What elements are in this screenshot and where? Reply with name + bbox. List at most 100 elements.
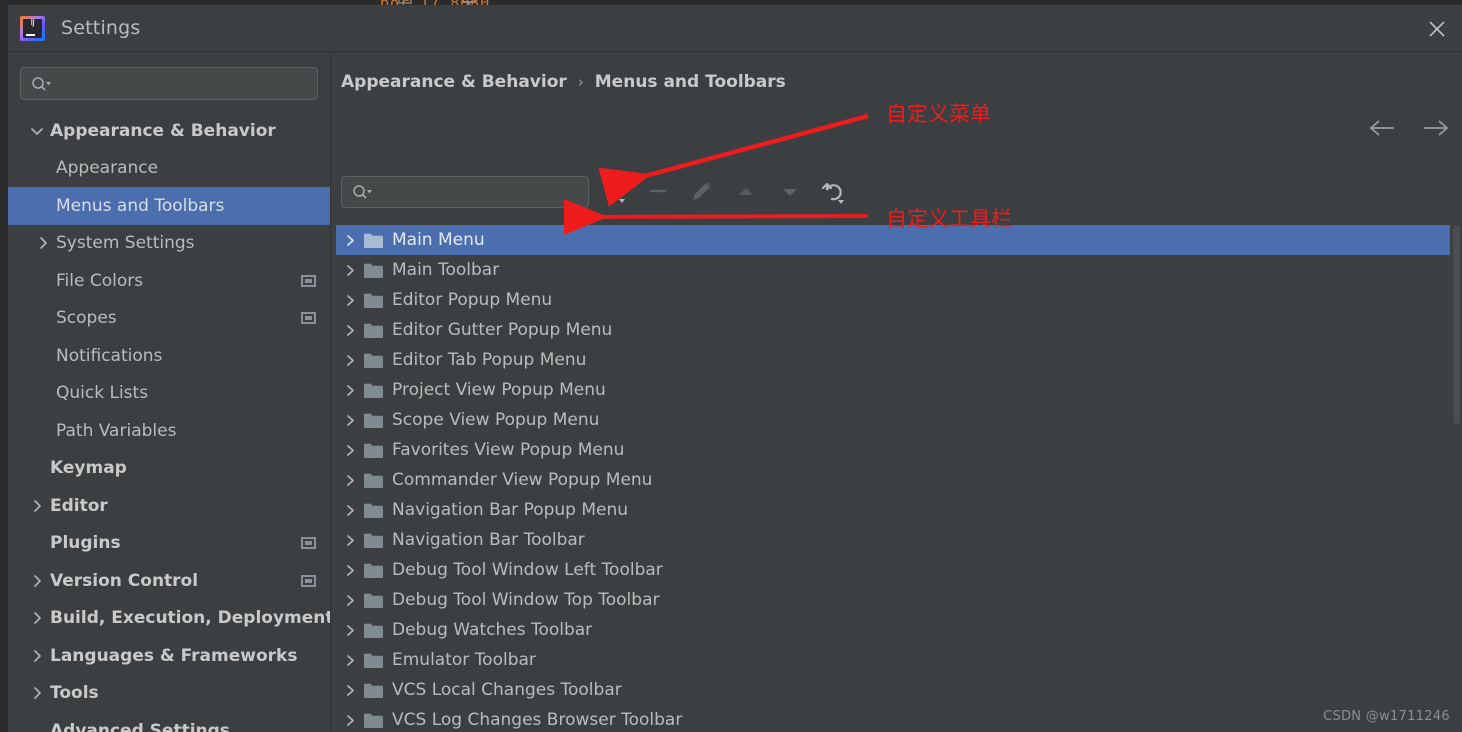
move-down-button[interactable] xyxy=(771,173,809,211)
close-icon[interactable] xyxy=(1422,14,1452,44)
folder-icon xyxy=(364,473,383,488)
sidebar-item-editor[interactable]: Editor xyxy=(8,487,330,525)
chevron-right-icon xyxy=(34,574,41,587)
project-scope-badge-icon xyxy=(301,537,316,550)
tree-row[interactable]: Scope View Popup Menu xyxy=(336,405,1450,435)
tree-row-label: Debug Tool Window Left Toolbar xyxy=(392,560,663,580)
chevron-right-icon[interactable] xyxy=(336,384,364,397)
tree-row[interactable]: Navigation Bar Popup Menu xyxy=(336,495,1450,525)
remove-button[interactable] xyxy=(639,173,677,211)
chevron-right-icon[interactable] xyxy=(30,236,56,250)
chevron-right-icon[interactable] xyxy=(24,649,50,663)
project-scope-badge-icon xyxy=(301,274,316,287)
sidebar-search-input[interactable] xyxy=(20,67,318,100)
arrow-left-icon[interactable] xyxy=(1368,118,1398,138)
tree-row[interactable]: Editor Popup Menu xyxy=(336,285,1450,315)
restore-button[interactable] xyxy=(815,173,853,211)
sidebar-item-tools[interactable]: Tools xyxy=(8,675,330,713)
chevron-right-icon[interactable] xyxy=(24,611,50,625)
folder-icon xyxy=(364,533,383,548)
tree-row-label: Editor Tab Popup Menu xyxy=(392,350,587,370)
chevron-right-icon[interactable] xyxy=(24,686,50,700)
dialog-title: Settings xyxy=(61,17,141,39)
tree-row[interactable]: Commander View Popup Menu xyxy=(336,465,1450,495)
sidebar-item-system-settings[interactable]: System Settings xyxy=(8,225,330,263)
sidebar-item-advanced-settings[interactable]: Advanced Settings xyxy=(8,712,330,732)
chevron-right-icon xyxy=(34,499,41,512)
chevron-right-icon[interactable] xyxy=(336,564,364,577)
chevron-right-icon[interactable] xyxy=(336,654,364,667)
chevron-right-icon[interactable] xyxy=(336,474,364,487)
chevron-right-icon[interactable] xyxy=(336,444,364,457)
edit-button[interactable] xyxy=(683,173,721,211)
chevron-right-icon[interactable] xyxy=(336,294,364,307)
chevron-right-icon[interactable] xyxy=(336,594,364,607)
sidebar-item-keymap[interactable]: Keymap xyxy=(8,450,330,488)
main-toolbar xyxy=(341,173,853,211)
chevron-down-icon xyxy=(31,127,43,135)
tree-row[interactable]: Editor Tab Popup Menu xyxy=(336,345,1450,375)
tree-row[interactable]: Project View Popup Menu xyxy=(336,375,1450,405)
tree-row-label: Navigation Bar Popup Menu xyxy=(392,500,629,520)
tree-row[interactable]: Debug Tool Window Top Toolbar xyxy=(336,585,1450,615)
chevron-right-icon[interactable] xyxy=(336,684,364,697)
sidebar-item-appearance[interactable]: Appearance xyxy=(8,150,330,188)
sidebar-item-label: Plugins xyxy=(50,533,121,554)
move-up-button[interactable] xyxy=(727,173,765,211)
folder-icon xyxy=(364,503,383,518)
sidebar-item-path-variables[interactable]: Path Variables xyxy=(8,412,330,450)
menus-search-input[interactable] xyxy=(341,176,589,208)
folder-icon xyxy=(364,683,383,698)
sidebar-item-version-control[interactable]: Version Control xyxy=(8,562,330,600)
chevron-right-icon[interactable] xyxy=(336,414,364,427)
tree-row[interactable]: Favorites View Popup Menu xyxy=(336,435,1450,465)
settings-sidebar: Appearance & Behavior Appearance Menus and… xyxy=(8,52,331,732)
tree-row[interactable]: Main Toolbar xyxy=(336,255,1450,285)
sidebar-item-label: Keymap xyxy=(50,458,127,479)
folder-icon xyxy=(364,713,383,728)
sidebar-item-label: Advanced Settings xyxy=(50,720,230,732)
add-button[interactable] xyxy=(595,173,633,211)
chevron-right-icon[interactable] xyxy=(24,574,50,588)
vertical-scrollbar[interactable] xyxy=(1451,225,1462,732)
sidebar-item-menus-and-toolbars[interactable]: Menus and Toolbars xyxy=(8,187,330,225)
breadcrumb-parent[interactable]: Appearance & Behavior xyxy=(341,72,567,92)
settings-dialog: IJ Settings Appearance & Behavior Appear… xyxy=(8,5,1462,732)
sidebar-item-scopes[interactable]: Scopes xyxy=(8,300,330,338)
tree-row[interactable]: Emulator Toolbar xyxy=(336,645,1450,675)
sidebar-item-languages-frameworks[interactable]: Languages & Frameworks xyxy=(8,637,330,675)
breadcrumb: Appearance & Behavior › Menus and Toolba… xyxy=(341,72,786,92)
scrollbar-thumb[interactable] xyxy=(1453,225,1460,425)
arrow-right-icon[interactable] xyxy=(1420,118,1450,138)
tree-row-label: Main Toolbar xyxy=(392,260,500,280)
sidebar-item-build-execution-deployment[interactable]: Build, Execution, Deployment xyxy=(8,600,330,638)
chevron-right-icon[interactable] xyxy=(336,534,364,547)
sidebar-item-quick-lists[interactable]: Quick Lists xyxy=(8,375,330,413)
folder-icon xyxy=(364,293,383,308)
chevron-right-icon[interactable] xyxy=(336,504,364,517)
sidebar-item-plugins[interactable]: Plugins xyxy=(8,525,330,563)
sidebar-item-notifications[interactable]: Notifications xyxy=(8,337,330,375)
sidebar-item-appearance-behavior[interactable]: Appearance & Behavior xyxy=(8,112,330,150)
tree-row[interactable]: VCS Log Changes Browser Toolbar xyxy=(336,705,1450,732)
chevron-right-icon[interactable] xyxy=(336,624,364,637)
tree-row[interactable]: Debug Watches Toolbar xyxy=(336,615,1450,645)
settings-main-panel: Appearance & Behavior › Menus and Toolba… xyxy=(331,52,1462,732)
tree-row[interactable]: Navigation Bar Toolbar xyxy=(336,525,1450,555)
chevron-right-icon[interactable] xyxy=(336,264,364,277)
tree-row[interactable]: Editor Gutter Popup Menu xyxy=(336,315,1450,345)
chevron-right-icon[interactable] xyxy=(336,324,364,337)
chevron-right-icon[interactable] xyxy=(336,234,364,247)
sidebar-item-label: Editor xyxy=(50,495,108,516)
chevron-right-icon[interactable] xyxy=(24,499,50,513)
folder-icon xyxy=(364,353,383,368)
chevron-right-icon: › xyxy=(577,73,584,91)
tree-row[interactable]: VCS Local Changes Toolbar xyxy=(336,675,1450,705)
chevron-right-icon[interactable] xyxy=(336,714,364,727)
sidebar-item-label: System Settings xyxy=(56,233,195,254)
chevron-right-icon[interactable] xyxy=(336,354,364,367)
tree-row-label: Scope View Popup Menu xyxy=(392,410,600,430)
chevron-down-icon[interactable] xyxy=(24,124,50,138)
sidebar-item-file-colors[interactable]: File Colors xyxy=(8,262,330,300)
tree-row[interactable]: Debug Tool Window Left Toolbar xyxy=(336,555,1450,585)
